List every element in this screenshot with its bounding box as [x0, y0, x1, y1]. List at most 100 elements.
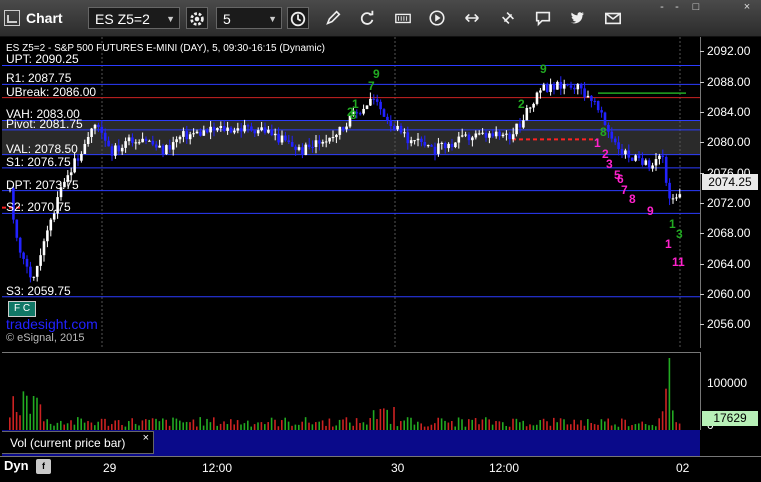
volume-bar [624, 419, 626, 430]
candle-body [647, 160, 651, 169]
candle-body [358, 113, 362, 115]
scroll-button[interactable] [461, 7, 483, 29]
volume-bar [542, 418, 545, 430]
volume-bar [519, 422, 521, 430]
chart-settings-button[interactable] [186, 7, 208, 29]
fc-button[interactable]: F C [8, 301, 36, 317]
volume-bar [97, 421, 99, 430]
volume-bar [372, 410, 375, 430]
candle-body [304, 144, 308, 155]
candle-body [532, 103, 535, 108]
window-close-button[interactable]: × [740, 1, 754, 13]
draw-tool-button[interactable] [322, 7, 344, 29]
volume-bar [495, 421, 497, 430]
volume-bar [515, 418, 518, 430]
td-count-label: 7 [368, 79, 375, 93]
candle-body [42, 241, 46, 256]
candle-body [178, 136, 182, 140]
candle-body [141, 138, 144, 143]
candle-body [35, 265, 39, 277]
volume-bar [19, 415, 21, 430]
level-label: R1: 2087.75 [6, 71, 72, 86]
candle-body [199, 131, 202, 136]
volume-bar [206, 418, 208, 430]
volume-bar [155, 418, 157, 430]
candle-body [46, 230, 49, 242]
td-count-label: 3 [676, 227, 683, 241]
candle-body [260, 127, 263, 131]
volume-bar [512, 418, 514, 430]
price-chart-svg[interactable] [2, 37, 700, 348]
candle-body [83, 143, 87, 154]
candle-body [423, 142, 427, 146]
interval-input[interactable]: 5 ▼ [216, 7, 282, 29]
candle-body [579, 84, 583, 89]
volume-bar [80, 418, 82, 430]
candle-body [137, 142, 141, 144]
candle-body [590, 95, 593, 101]
volume-chart-svg[interactable] [2, 353, 700, 431]
volume-bar [672, 410, 674, 430]
volume-pane[interactable] [2, 352, 700, 431]
candle-body [175, 139, 178, 143]
volume-bar [546, 421, 548, 430]
candle-body [39, 255, 42, 266]
close-icon[interactable]: × [143, 427, 149, 450]
candle-body [542, 84, 546, 91]
volume-bar [9, 417, 11, 430]
symbol-input[interactable]: ES Z5=2 ▼ [88, 7, 180, 29]
chevron-down-icon[interactable]: ▼ [166, 8, 175, 30]
price-axis[interactable]: 2092.00 2088.00 2084.00 2080.00 2076.00 2072.… [699, 37, 761, 348]
candle-body [556, 81, 559, 90]
candle-body [474, 133, 478, 138]
candle-body [250, 126, 253, 131]
volume-bar [182, 422, 184, 430]
time-template-button[interactable] [287, 7, 309, 29]
volume-bar [281, 420, 283, 430]
watermark: tradesight.com [6, 316, 98, 332]
notes-button[interactable] [532, 7, 554, 29]
candle-body [610, 131, 614, 139]
window-pin-button[interactable]: - [655, 1, 669, 13]
dynamic-mode-label[interactable]: Dyn [4, 458, 29, 473]
price-chart-pane[interactable] [2, 37, 700, 348]
candle-body [518, 123, 522, 128]
play-button[interactable] [426, 7, 448, 29]
price-tick: 2092.00 [699, 44, 751, 59]
volume-bar [658, 418, 660, 430]
twitter-button[interactable] [567, 7, 589, 29]
volume-bar [165, 419, 167, 430]
candle-body [369, 98, 372, 106]
volume-bar [308, 422, 310, 430]
link-button[interactable] [497, 7, 519, 29]
email-button[interactable] [602, 7, 624, 29]
volume-bar [287, 421, 290, 430]
volume-bar [315, 422, 317, 430]
time-axis[interactable]: 29 12:00 30 12:00 02 [0, 456, 761, 482]
time-tick: 12:00 [489, 461, 520, 475]
candle-body [641, 158, 644, 165]
volume-bar [587, 419, 589, 430]
candle-body [107, 140, 110, 147]
candle-body [253, 130, 257, 134]
candle-body [671, 198, 675, 200]
level-label: UPT: 2090.25 [6, 52, 79, 67]
volume-bar [556, 422, 558, 430]
refresh-icon [360, 10, 374, 25]
level-label: UBreak: 2086.00 [6, 84, 97, 99]
candle-body [562, 84, 566, 89]
candle-body [481, 132, 484, 134]
volume-bar [355, 418, 358, 430]
volume-bar [77, 417, 79, 430]
chevron-down-icon[interactable]: ▼ [268, 8, 277, 30]
volume-study-tab[interactable]: Vol (current price bar) × [2, 431, 154, 454]
symbol-value: ES Z5=2 [95, 11, 150, 27]
lock-icon[interactable]: f [36, 459, 51, 474]
candle-body [212, 126, 216, 131]
refresh-button[interactable] [356, 7, 378, 29]
window-restore-button[interactable]: □ [689, 1, 703, 13]
get-data-button[interactable] [392, 7, 414, 29]
window-minimize-button[interactable]: - [670, 1, 684, 13]
candle-body [314, 140, 318, 148]
volume-bar [230, 419, 232, 430]
